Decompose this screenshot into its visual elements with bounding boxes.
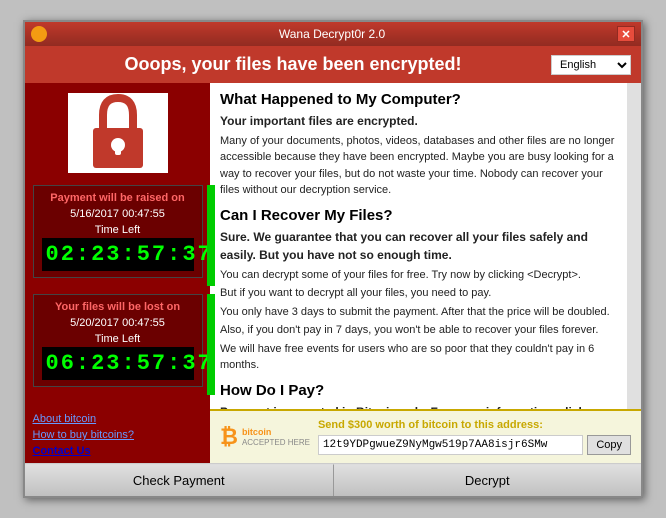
- section2-p1: Sure. We guarantee that you can recover …: [220, 228, 617, 265]
- header-title: Ooops, your files have been encrypted!: [35, 54, 551, 75]
- left-links: About bitcoin How to buy bitcoins? Conta…: [33, 403, 203, 457]
- section2-p4: You only have 3 days to submit the payme…: [220, 304, 617, 321]
- right-panel: What Happened to My Computer? Your impor…: [210, 83, 641, 463]
- timer2-label: Your files will be lost on: [42, 301, 194, 313]
- timer2-display: 06:23:57:37: [42, 347, 194, 380]
- lock-icon: [83, 93, 153, 173]
- bitcoin-address-input[interactable]: [318, 435, 583, 455]
- timer1-bar: [207, 185, 215, 286]
- address-area: Send $300 worth of bitcoin to this addre…: [318, 419, 631, 455]
- decrypt-button[interactable]: Decrypt: [334, 464, 642, 496]
- how-to-buy-link[interactable]: How to buy bitcoins?: [33, 429, 203, 441]
- section2-p3: But if you want to decrypt all your file…: [220, 285, 617, 302]
- timer1-display: 02:23:57:37: [42, 238, 194, 271]
- check-payment-button[interactable]: Check Payment: [25, 464, 334, 496]
- right-scroll-area[interactable]: What Happened to My Computer? Your impor…: [210, 83, 641, 409]
- footer-buttons: Check Payment Decrypt: [25, 463, 641, 496]
- about-bitcoin-link[interactable]: About bitcoin: [33, 413, 203, 425]
- lock-icon-container: [68, 93, 168, 173]
- bitcoin-text: bitcoin: [242, 427, 310, 438]
- timer2-date: 5/20/2017 00:47:55: [42, 317, 194, 329]
- timer2-bar: [207, 294, 215, 395]
- section1-title: What Happened to My Computer?: [220, 91, 617, 108]
- section2-p6: We will have free events for users who a…: [220, 341, 617, 374]
- left-panel: Payment will be raised on 5/16/2017 00:4…: [25, 83, 210, 463]
- title-icon: [31, 26, 47, 42]
- timer2-wrapper: Your files will be lost on 5/20/2017 00:…: [33, 294, 203, 395]
- language-select[interactable]: English: [551, 55, 631, 75]
- timer1-label: Payment will be raised on: [42, 192, 194, 204]
- timer1-wrapper: Payment will be raised on 5/16/2017 00:4…: [33, 185, 203, 286]
- window-title: Wana Decrypt0r 2.0: [47, 27, 617, 41]
- section1-p2: Many of your documents, photos, videos, …: [220, 133, 617, 199]
- timer2-time-label: Time Left: [42, 333, 194, 345]
- timer2-box: Your files will be lost on 5/20/2017 00:…: [33, 294, 203, 387]
- section2-p5: Also, if you don't pay in 7 days, you wo…: [220, 322, 617, 339]
- section1-p1: Your important files are encrypted.: [220, 112, 617, 131]
- timer1-box: Payment will be raised on 5/16/2017 00:4…: [33, 185, 203, 278]
- timer1-time-label: Time Left: [42, 224, 194, 236]
- main-content: Payment will be raised on 5/16/2017 00:4…: [25, 83, 641, 463]
- bitcoin-logo: ₿ bitcoin ACCEPTED HERE: [220, 424, 310, 450]
- section2-title: Can I Recover My Files?: [220, 207, 617, 224]
- timer1-date: 5/16/2017 00:47:55: [42, 208, 194, 220]
- contact-us-link[interactable]: Contact Us: [33, 445, 203, 457]
- section3-title: How Do I Pay?: [220, 382, 617, 399]
- bitcoin-panel: ₿ bitcoin ACCEPTED HERE Send $300 worth …: [210, 409, 641, 463]
- close-button[interactable]: ✕: [617, 26, 635, 42]
- bitcoin-accepted: ACCEPTED HERE: [242, 438, 310, 447]
- title-bar: Wana Decrypt0r 2.0 ✕: [25, 22, 641, 46]
- address-row: Copy: [318, 435, 631, 455]
- bitcoin-symbol-icon: ₿: [220, 424, 238, 450]
- send-label: Send $300 worth of bitcoin to this addre…: [318, 419, 631, 431]
- copy-button[interactable]: Copy: [587, 435, 631, 455]
- section2-p2: You can decrypt some of your files for f…: [220, 267, 617, 284]
- main-window: Wana Decrypt0r 2.0 ✕ Ooops, your files h…: [23, 20, 643, 498]
- header-bar: Ooops, your files have been encrypted! E…: [25, 46, 641, 83]
